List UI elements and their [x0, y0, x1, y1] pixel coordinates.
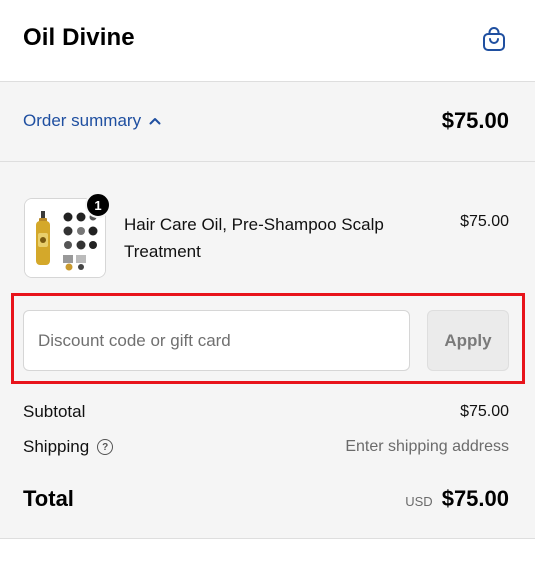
discount-code-input[interactable]: [23, 310, 410, 371]
order-summary-toggle[interactable]: Order summary: [23, 111, 161, 131]
apply-discount-button[interactable]: Apply: [427, 310, 509, 371]
currency-code: USD: [405, 494, 433, 509]
quantity-badge: 1: [85, 192, 111, 218]
shopping-bag-icon: [483, 27, 505, 51]
store-name[interactable]: Oil Divine: [23, 24, 135, 52]
chevron-up-icon: [149, 118, 161, 125]
total-amount: USD $75.00: [405, 486, 509, 512]
total-label: Total: [23, 486, 74, 511]
shipping-value: Enter shipping address: [345, 438, 509, 455]
product-price: $75.00: [460, 213, 509, 230]
product-name: Hair Care Oil, Pre-Shampoo Scalp Treatme…: [124, 215, 384, 261]
order-summary-label: Order summary: [23, 111, 142, 130]
question-circle-icon[interactable]: ?: [97, 439, 114, 455]
shipping-label: Shipping: [23, 437, 90, 456]
subtotal-label: Subtotal: [23, 402, 86, 421]
summary-total-price: $75.00: [441, 108, 509, 133]
shipping-row-label: Shipping ?: [23, 437, 114, 457]
cart-button[interactable]: [478, 22, 510, 56]
checkout-header: Oil Divine: [0, 0, 535, 82]
total-value: $75.00: [441, 486, 509, 511]
subtotal-value: $75.00: [460, 403, 509, 420]
